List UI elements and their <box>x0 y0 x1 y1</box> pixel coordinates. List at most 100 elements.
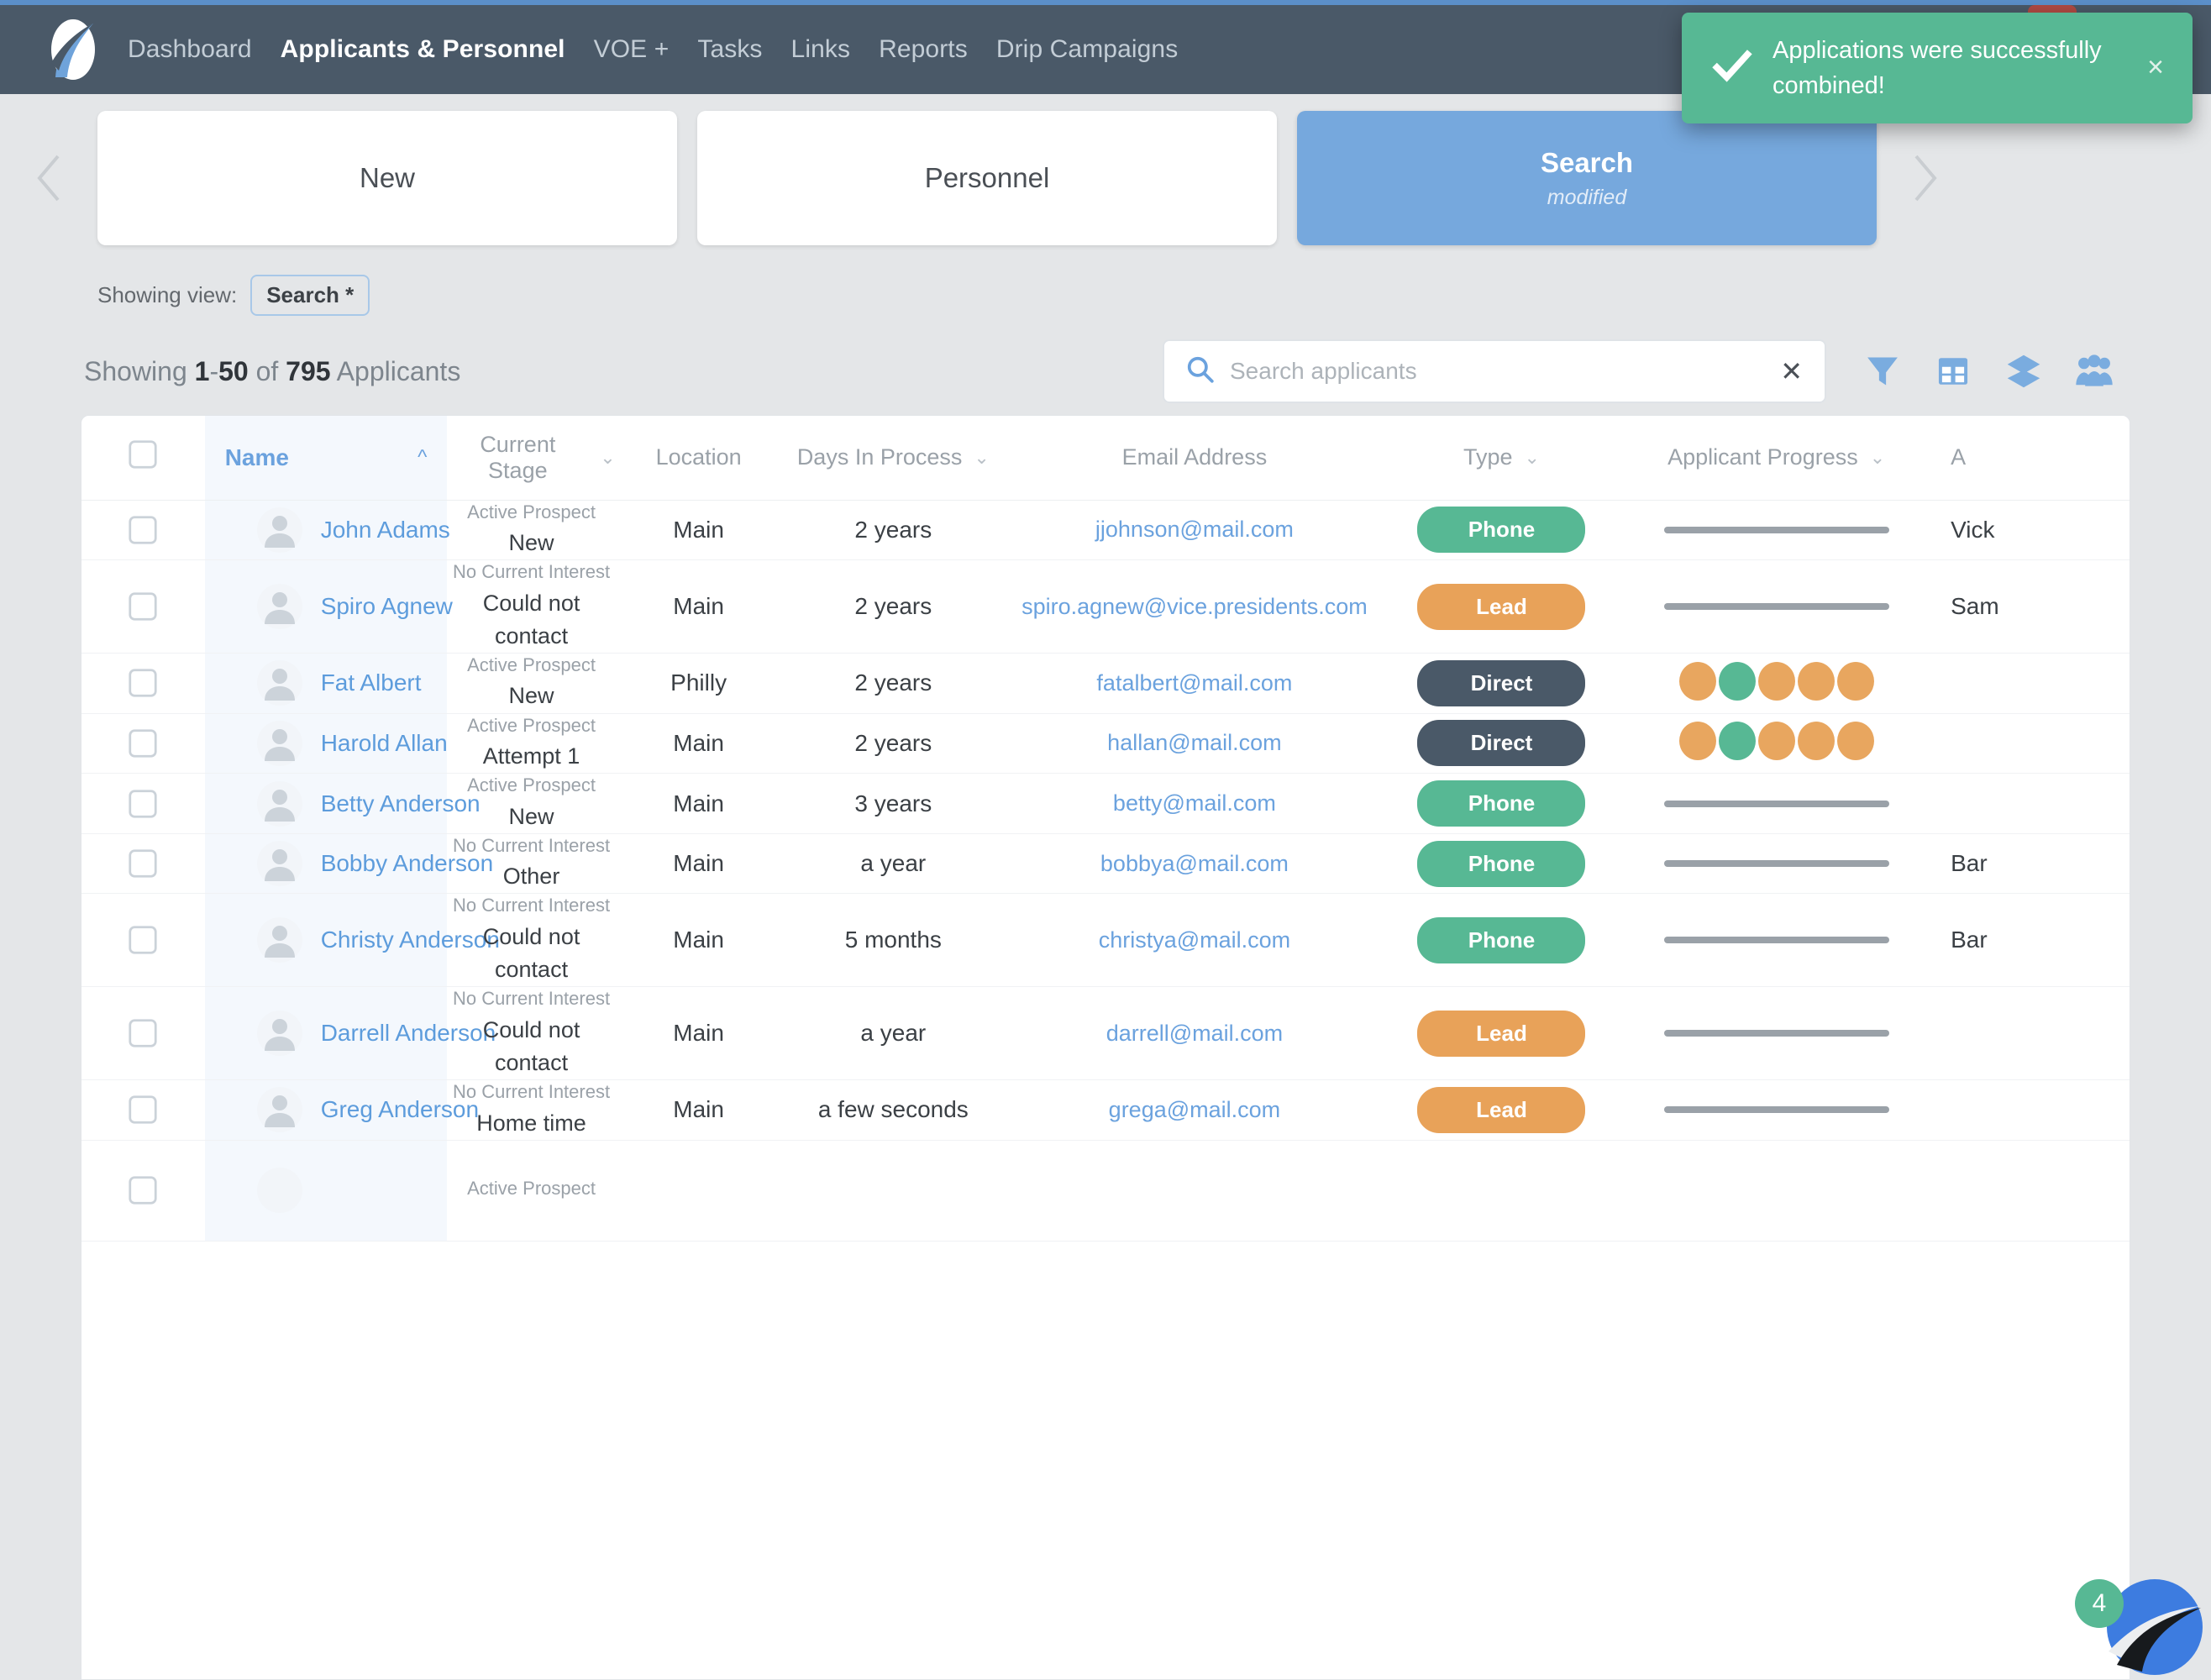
row-checkbox[interactable] <box>128 789 158 818</box>
email-link[interactable]: fatalbert@mail.com <box>1096 670 1292 696</box>
row-name-cell: Harold Allan <box>204 713 448 774</box>
table-row[interactable]: Greg Anderson No Current Interest Home t… <box>81 1079 2130 1141</box>
row-checkbox[interactable] <box>128 1019 158 1047</box>
sort-asc-icon: ^ <box>418 445 428 469</box>
row-checkbox[interactable] <box>128 1095 158 1124</box>
column-header-type[interactable]: Type ⌄ <box>1384 416 1620 501</box>
column-header-location[interactable]: Location <box>615 416 782 501</box>
chevron-down-icon: ⌄ <box>974 446 990 468</box>
progress-bar <box>1663 937 1889 944</box>
row-assigned-cell <box>1934 987 2130 1080</box>
table-row[interactable]: Bobby Anderson No Current Interest Other… <box>81 833 2130 894</box>
location-value: Main <box>673 850 724 877</box>
row-select-cell <box>81 500 205 560</box>
email-link[interactable]: hallan@mail.com <box>1107 730 1281 755</box>
nav-link-dashboard[interactable]: Dashboard <box>128 35 252 64</box>
current-view-chip[interactable]: Search * <box>250 274 370 316</box>
table-row[interactable]: Harold Allan Active Prospect Attempt 1 M… <box>81 713 2130 774</box>
nav-link-drip-campaigns[interactable]: Drip Campaigns <box>996 35 1178 64</box>
search-input[interactable] <box>1230 358 1776 385</box>
email-link[interactable]: jjohnson@mail.com <box>1095 517 1294 542</box>
row-days-cell <box>782 1140 1005 1241</box>
company-logo[interactable] <box>40 17 106 82</box>
applicant-name-link[interactable]: Betty Anderson <box>321 790 481 817</box>
chevron-right-icon[interactable] <box>1887 132 1959 224</box>
email-link[interactable]: grega@mail.com <box>1109 1097 1280 1122</box>
column-header-assigned[interactable]: A <box>1934 416 2130 501</box>
table-row[interactable]: Christy Anderson No Current Interest Cou… <box>81 893 2130 987</box>
row-select-cell <box>81 894 205 987</box>
column-header-days-in-process[interactable]: Days In Process ⌄ <box>781 416 1006 501</box>
row-email-cell: christya@mail.com <box>1005 894 1384 987</box>
assigned-value: Vick <box>1951 516 1995 543</box>
column-header-name[interactable]: Name ^ <box>204 416 448 501</box>
grid-view-icon[interactable] <box>1934 352 1972 391</box>
nav-link-reports[interactable]: Reports <box>879 35 968 64</box>
email-link[interactable]: christya@mail.com <box>1099 927 1290 953</box>
column-header-email-address-label: Email Address <box>1121 444 1268 470</box>
row-select-cell <box>81 713 205 774</box>
column-header-location-label: Location <box>655 444 742 470</box>
column-header-email-address[interactable]: Email Address <box>1005 416 1384 501</box>
clear-search-icon[interactable]: ✕ <box>1775 355 1808 387</box>
table-row[interactable]: Fat Albert Active Prospect New Philly 2 … <box>81 653 2130 714</box>
column-header-current-stage[interactable]: Current Stage ⌄ <box>447 416 616 501</box>
email-link[interactable]: spiro.agnew@vice.presidents.com <box>1021 594 1368 619</box>
table-row[interactable]: Betty Anderson Active Prospect New Main … <box>81 773 2130 834</box>
chevron-left-icon[interactable] <box>15 132 87 224</box>
select-all-checkbox[interactable] <box>128 439 158 475</box>
table-row[interactable]: Spiro Agnew No Current Interest Could no… <box>81 559 2130 654</box>
row-location-cell: Main <box>616 560 782 654</box>
applicant-name-link[interactable]: Harold Allan <box>321 730 448 757</box>
chevron-down-icon: ⌄ <box>1524 446 1540 468</box>
stage-value: Attempt 1 <box>482 743 580 769</box>
row-checkbox[interactable] <box>128 1176 158 1205</box>
email-link[interactable]: bobbya@mail.com <box>1100 851 1289 876</box>
close-icon[interactable]: × <box>2147 53 2164 81</box>
tab-personnel[interactable]: Personnel <box>697 111 1277 245</box>
nav-link-links[interactable]: Links <box>791 35 851 64</box>
row-checkbox[interactable] <box>128 516 158 544</box>
applicant-name-link[interactable]: John Adams <box>321 517 450 543</box>
table-row[interactable]: John Adams Active Prospect New Main 2 ye… <box>81 500 2130 560</box>
row-type-cell: Lead <box>1384 1080 1619 1141</box>
chat-unread-badge: 4 <box>2075 1579 2124 1628</box>
row-checkbox[interactable] <box>128 592 158 621</box>
applicant-name-link[interactable]: Spiro Agnew <box>321 593 453 620</box>
nav-link-voe[interactable]: VOE + <box>594 35 670 64</box>
email-link[interactable]: darrell@mail.com <box>1106 1021 1283 1046</box>
table-header: Name ^ Current Stage ⌄ Location Days In … <box>81 416 2130 501</box>
filter-icon[interactable] <box>1863 352 1902 391</box>
nav-link-tasks[interactable]: Tasks <box>697 35 762 64</box>
type-badge: Lead <box>1417 1010 1586 1057</box>
tab-search-sublabel: modified <box>1547 185 1627 209</box>
layers-icon[interactable] <box>2004 352 2043 391</box>
row-checkbox[interactable] <box>128 669 158 697</box>
progress-dot <box>1797 722 1835 761</box>
progress-dots <box>1678 661 1874 701</box>
row-checkbox[interactable] <box>128 849 158 878</box>
applicant-name-link[interactable]: Darrell Anderson <box>321 1020 496 1047</box>
chevron-down-icon: ⌄ <box>1869 446 1886 468</box>
chat-widget[interactable]: 4 <box>2075 1578 2204 1677</box>
applicants-table-container[interactable]: Name ^ Current Stage ⌄ Location Days In … <box>81 415 2130 1680</box>
applicant-name-link[interactable]: Christy Anderson <box>321 927 500 953</box>
nav-link-applicants-personnel[interactable]: Applicants & Personnel <box>281 35 565 64</box>
stage-category: No Current Interest <box>453 834 611 856</box>
column-header-applicant-progress[interactable]: Applicant Progress ⌄ <box>1619 416 1935 501</box>
row-checkbox[interactable] <box>128 729 158 758</box>
location-value: Main <box>673 1096 724 1123</box>
people-group-icon[interactable] <box>2075 352 2114 391</box>
type-badge: Direct <box>1417 659 1586 706</box>
search-box[interactable]: ✕ <box>1163 339 1826 403</box>
progress-dot <box>1678 661 1716 701</box>
row-checkbox[interactable] <box>128 926 158 954</box>
type-badge: Phone <box>1417 916 1586 963</box>
row-select-cell <box>81 833 205 894</box>
table-row[interactable]: Darrell Anderson No Current Interest Cou… <box>81 986 2130 1080</box>
applicant-name-link[interactable]: Fat Albert <box>321 669 422 696</box>
table-row[interactable]: Active Prospect <box>81 1140 2130 1242</box>
email-link[interactable]: betty@mail.com <box>1113 790 1276 816</box>
tab-new[interactable]: New <box>97 111 677 245</box>
tab-search[interactable]: Search modified <box>1297 111 1877 245</box>
